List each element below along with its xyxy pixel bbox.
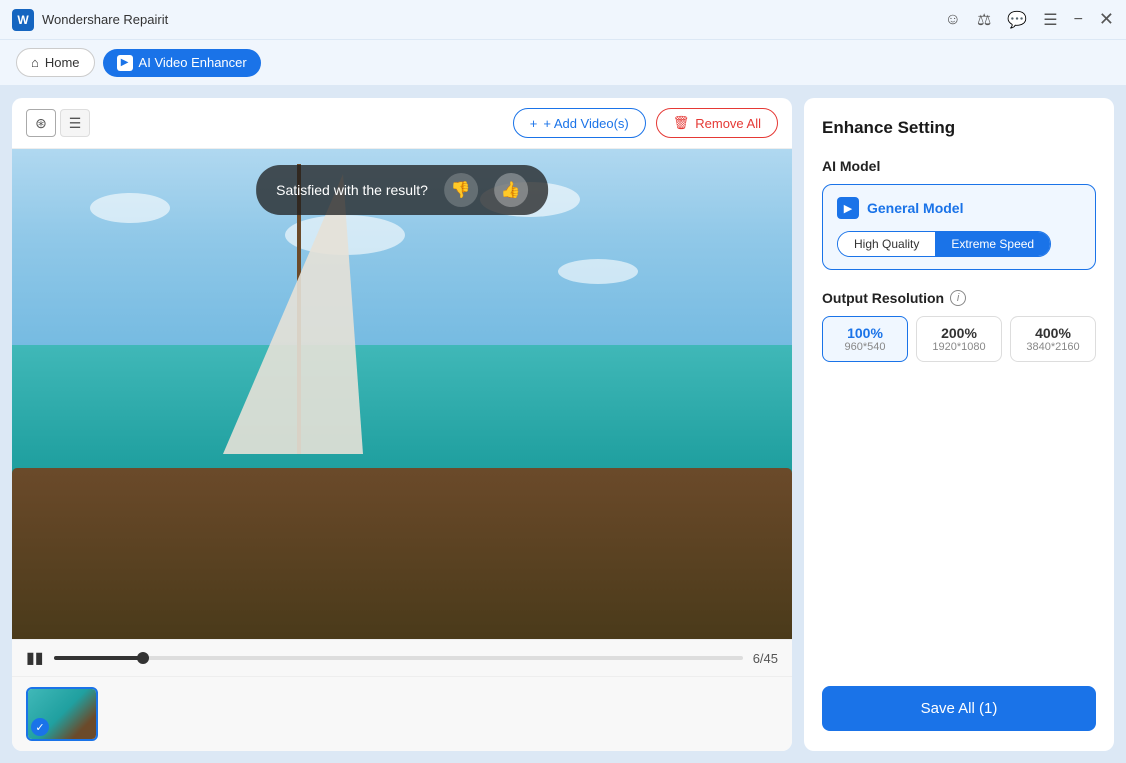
video-frame [12,149,792,639]
thumbnail-item[interactable]: ✓ [26,687,98,741]
playback-bar: ▮▮ 6/45 [12,639,792,676]
model-icon: ▶ [837,197,859,219]
progress-fill [54,656,144,660]
panel-title: Enhance Setting [822,118,1096,138]
high-quality-button[interactable]: High Quality [838,232,935,256]
extreme-speed-button[interactable]: Extreme Speed [935,232,1050,256]
trash-icon: 🗑 [673,115,690,131]
ai-model-label: AI Model [822,158,1096,174]
time-display: 6/45 [753,651,778,666]
progress-thumb [137,652,149,664]
title-bar-left: W Wondershare Repairit [12,9,168,31]
app-title: Wondershare Repairit [42,12,168,27]
model-card: ▶ General Model High Quality Extreme Spe… [822,184,1096,270]
model-card-header: ▶ General Model [837,197,1081,219]
res-400-dims: 3840*2160 [1015,341,1091,353]
video-area: Satisfied with the result? 👎 👍 [12,149,792,639]
nav-bar: ⌂ Home ▶ AI Video Enhancer [0,40,1126,86]
grid-view-button[interactable]: ⊛ [26,109,56,137]
title-bar: W Wondershare Repairit ☺ ⚖ 💬 ☰ − ✕ [0,0,1126,40]
minimize-button[interactable]: − [1074,11,1083,29]
enhancer-tab[interactable]: ▶ AI Video Enhancer [103,49,261,77]
thumbnails-row: ✓ [12,676,792,751]
resolution-options: 100% 960*540 200% 1920*1080 400% 3840*21… [822,316,1096,362]
main-content: ⊛ ☰ + + Add Video(s) 🗑 Remove All [0,86,1126,763]
spacer [822,382,1096,666]
thumbs-down-button[interactable]: 👎 [444,173,478,207]
res-200-dims: 1920*1080 [921,341,997,353]
remove-all-label: Remove All [695,116,761,131]
satisfied-overlay: Satisfied with the result? 👎 👍 [256,165,548,215]
home-label: Home [45,55,80,70]
user-icon[interactable]: ☺ [945,11,961,29]
left-panel: ⊛ ☰ + + Add Video(s) 🗑 Remove All [12,98,792,751]
add-icon: + [530,116,538,131]
resolution-section: Output Resolution i 100% 960*540 200% 19… [822,290,1096,362]
sail [223,174,363,454]
res-400-percent: 400% [1015,325,1091,341]
thumbs-up-button[interactable]: 👍 [494,173,528,207]
save-all-button[interactable]: Save All (1) [822,686,1096,731]
res-200-percent: 200% [921,325,997,341]
satisfied-text: Satisfied with the result? [276,182,428,198]
home-button[interactable]: ⌂ Home [16,48,95,77]
resolution-header: Output Resolution i [822,290,1096,306]
title-bar-controls: ☺ ⚖ 💬 ☰ − ✕ [945,9,1114,30]
add-videos-button[interactable]: + + Add Video(s) [513,108,646,138]
res-100-dims: 960*540 [827,341,903,353]
ai-model-section: AI Model ▶ General Model High Quality Ex… [822,158,1096,270]
output-resolution-label: Output Resolution [822,290,944,306]
model-name: General Model [867,200,963,216]
add-videos-label: + Add Video(s) [543,116,628,131]
quality-toggle: High Quality Extreme Speed [837,231,1051,257]
list-view-button[interactable]: ☰ [60,109,90,137]
progress-bar[interactable] [54,656,743,660]
app-icon: W [12,9,34,31]
menu-icon[interactable]: ☰ [1043,10,1057,30]
close-button[interactable]: ✕ [1099,9,1114,30]
headphones-icon[interactable]: ⚖ [977,10,991,30]
resolution-200-button[interactable]: 200% 1920*1080 [916,316,1002,362]
toolbar-right: + + Add Video(s) 🗑 Remove All [513,108,778,138]
thumbnail-check: ✓ [31,718,49,736]
chat-icon[interactable]: 💬 [1007,10,1027,30]
info-icon: i [950,290,966,306]
video-background [12,149,792,639]
enhancer-tab-label: AI Video Enhancer [139,55,247,70]
home-icon: ⌂ [31,55,39,70]
boat-deck [12,468,792,640]
remove-all-button[interactable]: 🗑 Remove All [656,108,778,138]
right-panel: Enhance Setting AI Model ▶ General Model… [804,98,1114,751]
resolution-100-button[interactable]: 100% 960*540 [822,316,908,362]
view-toggle: ⊛ ☰ [26,109,90,137]
enhancer-tab-icon: ▶ [117,55,133,71]
pause-button[interactable]: ▮▮ [26,648,44,668]
toolbar: ⊛ ☰ + + Add Video(s) 🗑 Remove All [12,98,792,149]
resolution-400-button[interactable]: 400% 3840*2160 [1010,316,1096,362]
res-100-percent: 100% [827,325,903,341]
